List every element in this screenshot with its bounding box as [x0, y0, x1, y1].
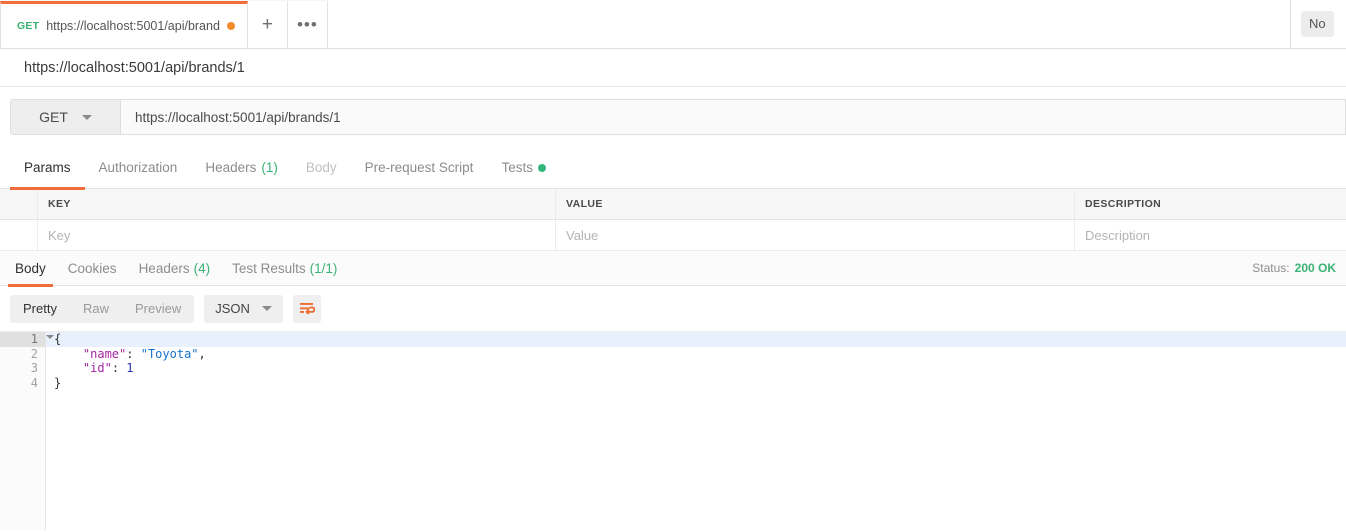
param-key-input[interactable]: Key: [38, 220, 556, 250]
response-section-tabs: Body Cookies Headers (4) Test Results (1…: [0, 251, 1346, 287]
response-tab-test-results-count: (1/1): [309, 260, 338, 276]
view-mode-preview[interactable]: Preview: [122, 295, 194, 323]
param-description-input[interactable]: Description: [1075, 220, 1346, 250]
http-method-dropdown[interactable]: GET: [10, 99, 120, 135]
tab-headers[interactable]: Headers (1): [191, 147, 292, 189]
http-method-label: GET: [39, 109, 68, 125]
chevron-down-icon: [81, 114, 92, 120]
json-string-value: "Toyota": [140, 346, 199, 361]
json-punctuation: ,: [198, 346, 206, 361]
response-tab-headers-count: (4): [193, 260, 211, 276]
code-line-text: "id": 1: [46, 361, 134, 376]
status-label: Status:: [1252, 261, 1290, 275]
table-row: Key Value Description: [0, 220, 1346, 251]
response-format-label: JSON: [215, 301, 250, 316]
tab-params[interactable]: Params: [10, 147, 85, 190]
line-number-label: 1: [30, 332, 38, 346]
response-view-toolbar: Pretty Raw Preview JSON: [0, 286, 1346, 332]
response-format-dropdown[interactable]: JSON: [204, 294, 283, 323]
table-header-row: KEY VALUE DESCRIPTION: [0, 189, 1346, 220]
line-number: 2: [0, 346, 46, 361]
line-number: 3: [0, 361, 46, 376]
environment-selector-label: No: [1301, 11, 1334, 37]
json-number-value: 1: [126, 361, 134, 375]
request-section-tabs: Params Authorization Headers (1) Body Pr…: [0, 147, 1346, 190]
line-number: 1: [0, 332, 54, 347]
tab-params-label: Params: [24, 160, 71, 175]
response-tab-body[interactable]: Body: [4, 251, 57, 287]
tab-tests-label: Tests: [501, 160, 533, 175]
json-punctuation: :: [126, 346, 141, 361]
response-tab-headers-label: Headers: [138, 260, 190, 276]
line-number-label: 3: [30, 361, 38, 375]
param-value-input[interactable]: Value: [556, 220, 1075, 250]
code-line-text: "name": "Toyota",: [46, 347, 206, 362]
code-line: 3 "id": 1: [0, 361, 1346, 376]
json-key: "name": [82, 346, 127, 361]
column-header-description: DESCRIPTION: [1085, 198, 1162, 210]
json-punctuation: :: [111, 361, 127, 375]
tab-headers-count: (1): [261, 160, 278, 175]
header-checkbox-cell: [0, 189, 38, 219]
environment-selector[interactable]: No: [1290, 0, 1346, 48]
request-tab-method: GET: [17, 20, 40, 32]
response-tab-cookies[interactable]: Cookies: [57, 251, 128, 286]
tab-body-label: Body: [305, 160, 337, 175]
column-header-key: KEY: [38, 189, 556, 219]
tab-options-icon[interactable]: •••: [287, 1, 328, 48]
code-line: 1 {: [0, 332, 1346, 347]
new-tab-button[interactable]: +: [247, 1, 288, 48]
request-tab-active[interactable]: GET https://localhost:5001/api/brand: [0, 1, 248, 48]
column-header-value: VALUE: [556, 189, 1075, 219]
view-mode-pretty[interactable]: Pretty: [10, 295, 70, 323]
chevron-down-icon: [261, 306, 272, 311]
url-input[interactable]: https://localhost:5001/api/brands/1: [120, 99, 1346, 135]
tab-tests[interactable]: Tests: [487, 147, 560, 189]
tab-authorization[interactable]: Authorization: [85, 147, 192, 189]
tab-headers-label: Headers: [205, 160, 257, 175]
tab-authorization-label: Authorization: [98, 160, 178, 175]
code-line: 4 }: [0, 375, 1346, 391]
request-tab-strip: GET https://localhost:5001/api/brand + •…: [0, 0, 1346, 49]
response-view-mode-group: Pretty Raw Preview: [10, 294, 195, 323]
json-punctuation: {: [54, 332, 62, 346]
tab-body[interactable]: Body: [292, 147, 351, 189]
tab-pre-request-script-label: Pre-request Script: [364, 160, 474, 175]
word-wrap-button[interactable]: [292, 294, 321, 323]
line-number-label: 4: [30, 375, 38, 390]
unsaved-dot-icon: [226, 22, 235, 30]
line-number-label: 2: [30, 346, 38, 361]
code-line-text: }: [46, 376, 61, 391]
query-params-table: KEY VALUE DESCRIPTION Key Value Descript…: [0, 189, 1346, 251]
tab-pre-request-script[interactable]: Pre-request Script: [351, 147, 488, 189]
response-tab-test-results-label: Test Results: [232, 260, 306, 276]
request-tab-url: https://localhost:5001/api/brand: [46, 19, 220, 33]
response-tab-body-label: Body: [15, 260, 46, 276]
url-bar: GET https://localhost:5001/api/brands/1: [0, 87, 1346, 147]
request-name[interactable]: https://localhost:5001/api/brands/1: [24, 60, 245, 76]
line-number: 4: [0, 375, 46, 390]
tests-status-dot-icon: [537, 163, 546, 172]
json-key: "id": [82, 361, 112, 375]
tab-strip-filler: [327, 0, 1290, 48]
code-fold-icon[interactable]: [46, 335, 54, 339]
response-tab-test-results[interactable]: Test Results (1/1): [221, 251, 348, 286]
json-punctuation: }: [54, 375, 62, 390]
request-name-bar: https://localhost:5001/api/brands/1: [0, 49, 1346, 87]
response-body-viewer[interactable]: 1 { 2 "name": "Toyota", 3 "id": 1 4 }: [0, 332, 1346, 530]
response-status: Status: 200 OK: [1252, 261, 1346, 275]
response-tab-cookies-label: Cookies: [67, 260, 117, 276]
response-tab-headers[interactable]: Headers (4): [128, 251, 222, 286]
view-mode-raw[interactable]: Raw: [70, 295, 122, 323]
status-badge: 200 OK: [1294, 261, 1336, 275]
word-wrap-icon: [299, 302, 315, 315]
code-line: 2 "name": "Toyota",: [0, 346, 1346, 362]
row-checkbox[interactable]: [0, 220, 38, 250]
